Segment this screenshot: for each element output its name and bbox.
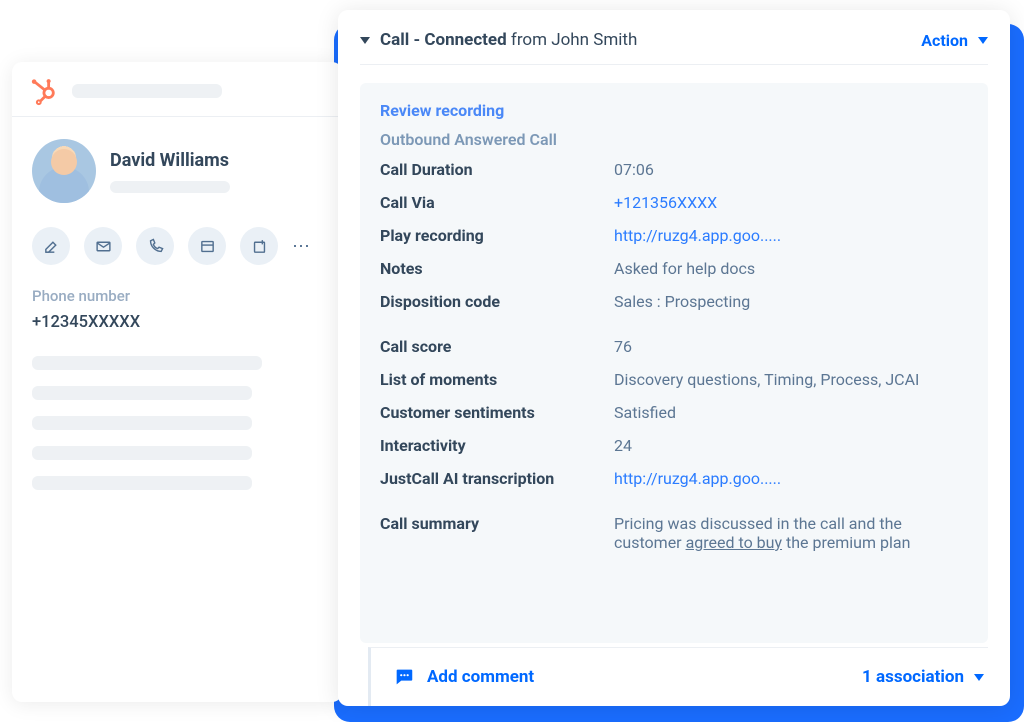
placeholder-bar [72,84,222,98]
panel-title-bold: Call - Connected [380,30,507,50]
field-label: Call Via [380,193,614,212]
panel-title[interactable]: Call - Connected from John Smith [360,30,637,50]
email-button[interactable] [84,227,122,265]
review-recording-link[interactable]: Review recording [380,101,968,120]
caret-down-icon [974,674,984,681]
field-row: List of momentsDiscovery questions, Timi… [380,363,968,396]
action-label: Action [921,31,968,50]
call-button[interactable] [136,227,174,265]
placeholder-bar [110,181,230,193]
field-row: Call Duration07:06 [380,153,968,186]
field-row: Disposition codeSales : Prospecting [380,285,968,318]
field-row: JustCall AI transcriptionhttp://ruzg4.ap… [380,462,968,495]
field-row: Interactivity24 [380,429,968,462]
contact-name: David Williams [110,150,230,171]
field-row: Call Via+121356XXXX [380,186,968,219]
placeholder-bar [32,416,252,430]
field-label: Call score [380,337,614,356]
field-value: Pricing was discussed in the call and th… [614,514,968,552]
field-label: Notes [380,259,614,278]
hubspot-logo-icon [28,76,58,106]
contact-card-header [12,62,342,117]
ellipsis-icon: ⋯ [292,236,310,257]
field-row: Customer sentimentsSatisfied [380,396,968,429]
add-comment-button[interactable]: Add comment [393,666,534,688]
phone-icon [147,238,164,255]
field-value: Sales : Prospecting [614,292,750,311]
field-label: Interactivity [380,436,614,455]
action-icon-row: ⋯ [12,215,342,287]
caret-down-icon [978,37,988,44]
field-label: Customer sentiments [380,403,614,422]
avatar [32,139,96,203]
panel-footer: Add comment 1 association [368,647,988,706]
email-icon [95,238,112,255]
placeholder-bar [32,386,252,400]
association-label: 1 association [862,667,964,687]
phone-number-value: +12345XXXXX [12,305,342,356]
action-dropdown[interactable]: Action [921,31,988,50]
call-detail-panel: Call - Connected from John Smith Action … [338,10,1010,706]
add-comment-label: Add comment [427,667,534,687]
placeholder-bar [32,476,252,490]
edit-note-button[interactable] [32,227,70,265]
placeholder-bar [32,446,252,460]
field-label: Play recording [380,226,614,245]
profile-row: David Williams [12,117,342,215]
field-value-link[interactable]: +121356XXXX [614,193,717,212]
field-value: Asked for help docs [614,259,755,278]
field-label: Call Duration [380,160,614,179]
comment-icon [393,666,415,688]
more-button[interactable]: ⋯ [292,227,312,265]
task-icon [251,238,268,255]
association-dropdown[interactable]: 1 association [862,667,984,687]
panel-title-from: from John Smith [507,30,638,50]
edit-note-icon [43,238,60,255]
call-type: Outbound Answered Call [380,130,968,149]
field-value-link[interactable]: http://ruzg4.app.goo..... [614,226,781,245]
phone-number-label: Phone number [12,287,342,305]
field-row: Play recordinghttp://ruzg4.app.goo..... [380,219,968,252]
call-summary-row: Call summary Pricing was discussed in th… [380,507,968,559]
field-value: 76 [614,337,632,356]
field-label: List of moments [380,370,614,389]
field-label: JustCall AI transcription [380,469,614,488]
field-value: Satisfied [614,403,676,422]
placeholder-bar [32,356,262,370]
field-value: 24 [614,436,632,455]
panel-header: Call - Connected from John Smith Action [360,30,988,65]
task-button[interactable] [240,227,278,265]
field-value: Discovery questions, Timing, Process, JC… [614,370,919,389]
caret-down-icon [360,37,370,44]
field-row: NotesAsked for help docs [380,252,968,285]
field-label: Disposition code [380,292,614,311]
call-detail-box: Review recording Outbound Answered Call … [360,83,988,643]
field-row: Call score76 [380,330,968,363]
log-icon [199,238,216,255]
field-value: 07:06 [614,160,654,179]
log-button[interactable] [188,227,226,265]
field-value-link[interactable]: http://ruzg4.app.goo..... [614,469,781,488]
placeholder-block [12,356,342,490]
field-label: Call summary [380,514,614,533]
contact-card: David Williams ⋯ Phone number +12345XXXX… [12,62,342,702]
